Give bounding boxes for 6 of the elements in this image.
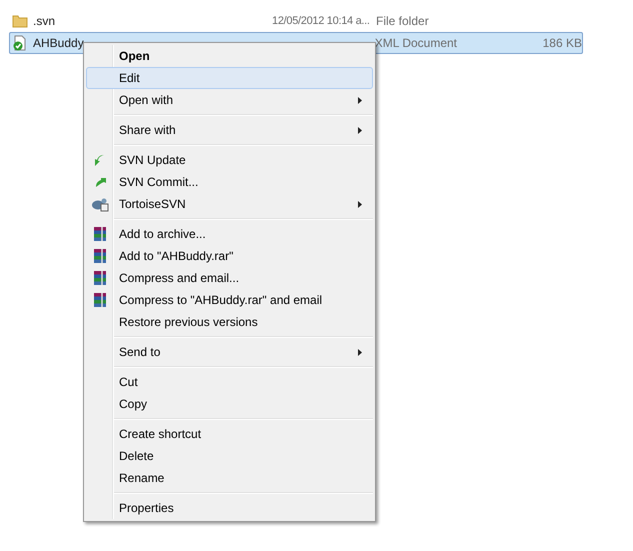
file-type: File folder [376, 13, 430, 30]
file-name: .svn [33, 13, 56, 30]
file-size: 186 KB [542, 35, 582, 52]
file-date: 12/05/2012 10:14 a... [272, 14, 371, 29]
file-name: AHBuddy [33, 35, 85, 52]
file-type: XML Document [374, 35, 458, 52]
